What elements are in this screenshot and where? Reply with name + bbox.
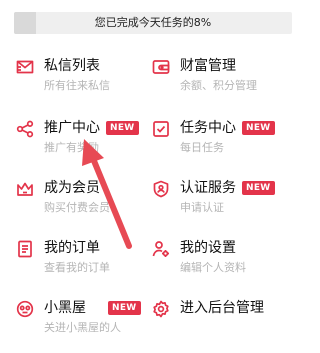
new-badge: NEW: [106, 121, 139, 135]
checkbox-icon: [152, 120, 170, 138]
menu-item-wealth[interactable]: 财富管理 余额、积分管理: [152, 56, 292, 100]
menu-item-subtitle: 每日任务: [180, 141, 224, 154]
crown-icon: [16, 180, 34, 198]
menu-item-subtitle: 关进小黑屋的人: [44, 321, 121, 334]
gear-icon: [152, 300, 170, 318]
task-progress-bar: 您已完成今天任务的8%: [14, 12, 292, 34]
menu-item-promotion[interactable]: 推广中心 NEW 推广有奖励: [16, 118, 156, 162]
new-badge: NEW: [242, 121, 275, 135]
shield-user-icon: [152, 180, 170, 198]
menu-item-title: 认证服务: [180, 180, 236, 196]
menu-item-subtitle: 查看我的订单: [44, 261, 110, 274]
menu-item-title: 私信列表: [44, 58, 100, 74]
menu-item-orders[interactable]: 我的订单 查看我的订单: [16, 238, 156, 282]
menu-item-subtitle: 购买付费会员: [44, 201, 110, 214]
new-badge: NEW: [108, 301, 141, 315]
menu-item-messages[interactable]: 私信列表 所有往来私信: [16, 56, 156, 100]
user-settings-icon: [152, 240, 170, 258]
menu-item-title: 我的设置: [180, 240, 236, 256]
menu-item-tasks[interactable]: 任务中心 NEW 每日任务: [152, 118, 292, 162]
menu-item-title: 小黑屋: [44, 300, 86, 316]
document-icon: [16, 240, 34, 258]
menu-item-settings[interactable]: 我的设置 编辑个人资料: [152, 238, 292, 282]
new-badge: NEW: [242, 181, 275, 195]
menu-item-title: 财富管理: [180, 58, 236, 74]
menu-item-blackroom[interactable]: 小黑屋 NEW 关进小黑屋的人: [16, 298, 156, 342]
task-progress-text: 您已完成今天任务的8%: [94, 16, 212, 29]
menu-item-verify[interactable]: 认证服务 NEW 申请认证: [152, 178, 292, 222]
menu-item-title: 我的订单: [44, 240, 100, 256]
menu-item-subtitle: 编辑个人资料: [180, 261, 246, 274]
share-icon: [16, 120, 34, 138]
menu-item-admin[interactable]: 进入后台管理: [152, 298, 292, 342]
wallet-icon: [152, 58, 170, 76]
menu-item-membership[interactable]: 成为会员 购买付费会员: [16, 178, 156, 222]
menu-item-subtitle: 推广有奖励: [44, 141, 99, 154]
menu-item-subtitle: 所有往来私信: [44, 79, 110, 92]
menu-item-title: 推广中心: [44, 120, 100, 136]
menu-item-title: 成为会员: [44, 180, 100, 196]
menu-item-title: 进入后台管理: [180, 300, 264, 316]
menu-item-subtitle: 余额、积分管理: [180, 79, 257, 92]
menu-item-subtitle: 申请认证: [180, 201, 224, 214]
menu-item-title: 任务中心: [180, 120, 236, 136]
mail-icon: [16, 58, 34, 76]
ghost-icon: [16, 300, 34, 318]
